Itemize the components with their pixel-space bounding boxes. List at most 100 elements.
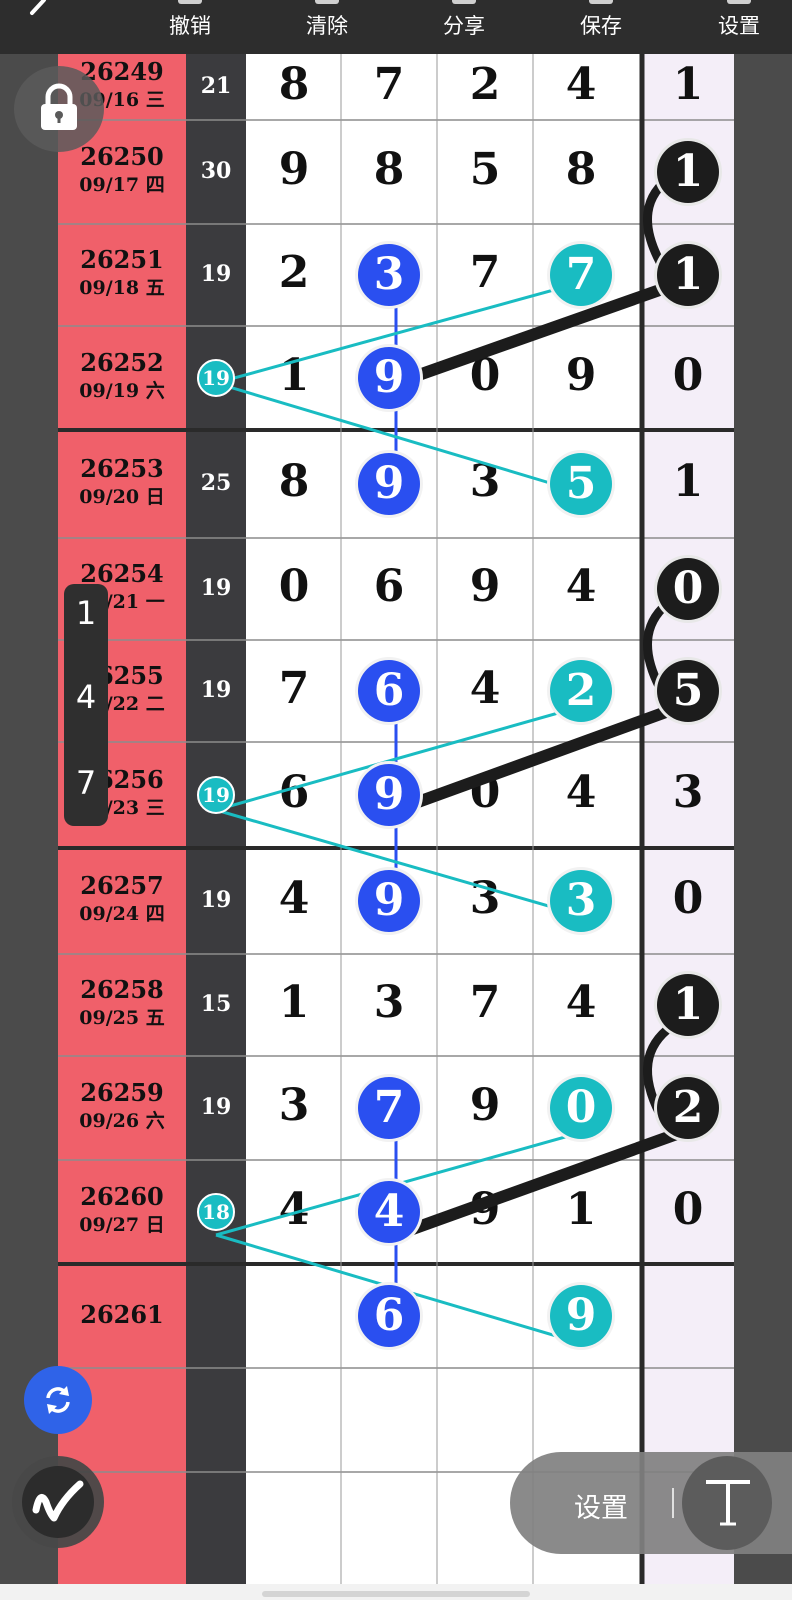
tail-cell[interactable]: 3 (642, 767, 734, 818)
settings-pill[interactable]: 设置 (510, 1452, 792, 1554)
pill-divider (672, 1488, 674, 1518)
digit-cell[interactable]: 8 (533, 144, 629, 195)
digit-cell[interactable]: 5 (437, 144, 533, 195)
undo-button[interactable]: 撤销 (150, 0, 230, 40)
blue-marker-ball[interactable]: 9 (358, 347, 420, 409)
side-option-7[interactable]: 7 (64, 764, 108, 802)
digit-cell[interactable]: 9 (533, 350, 629, 401)
tail-cell[interactable]: 0 (642, 1184, 734, 1235)
digit-cell[interactable]: 4 (533, 59, 629, 110)
digit-cell[interactable]: 9 (437, 1080, 533, 1131)
cyan-marker-ball[interactable]: 7 (550, 244, 612, 306)
text-tool-button[interactable] (682, 1456, 772, 1550)
digit-cell[interactable]: 7 (437, 977, 533, 1028)
issue-number: 26257 (80, 871, 164, 900)
sum-value: 19 (200, 261, 232, 287)
tail-cell[interactable]: 1 (642, 59, 734, 110)
cyan-marker-ball[interactable]: 9 (550, 1285, 612, 1347)
sum-value: 15 (200, 991, 232, 1017)
issue-label: 26258 09/25 五 (58, 975, 186, 1031)
digit-cell[interactable]: 4 (246, 873, 342, 924)
digit-cell[interactable]: 0 (246, 561, 342, 612)
save-button[interactable]: 保存 (561, 0, 641, 40)
share-button[interactable]: 分享 (424, 0, 504, 40)
tail-cell[interactable]: 1 (642, 456, 734, 507)
digit-cell[interactable]: 9 (246, 144, 342, 195)
digit-cell[interactable]: 1 (246, 977, 342, 1028)
pen-button[interactable] (12, 1456, 104, 1548)
digit-cell[interactable]: 1 (533, 1184, 629, 1235)
digit-cell[interactable]: 2 (437, 59, 533, 110)
clear-button[interactable]: 清除 (287, 0, 367, 40)
gear-icon (727, 0, 751, 4)
issue-date: 09/20 日 (79, 486, 165, 508)
digit-cell[interactable]: 0 (437, 350, 533, 401)
digit-cell[interactable]: 7 (341, 59, 437, 110)
black-marker-ball[interactable]: 1 (657, 974, 719, 1036)
blue-marker-ball[interactable]: 9 (358, 453, 420, 515)
left-margin (0, 54, 58, 1584)
cyan-marker-ball[interactable]: 3 (550, 870, 612, 932)
digit-cell[interactable]: 9 (437, 1184, 533, 1235)
black-marker-ball[interactable]: 0 (657, 558, 719, 620)
issue-label: 26261 (58, 1300, 186, 1330)
sum-ball[interactable]: 19 (197, 359, 235, 397)
black-marker-ball[interactable]: 5 (657, 660, 719, 722)
digit-cell[interactable]: 7 (246, 663, 342, 714)
lock-button[interactable] (14, 66, 104, 152)
blue-marker-ball[interactable]: 4 (358, 1181, 420, 1243)
digit-cell[interactable]: 8 (246, 59, 342, 110)
digit-cell[interactable]: 1 (246, 350, 342, 401)
digit-cell[interactable]: 4 (533, 561, 629, 612)
issue-number: 26258 (80, 975, 164, 1004)
sum-value: 19 (200, 677, 232, 703)
digit-cell[interactable]: 3 (246, 1080, 342, 1131)
sum-value: 25 (200, 470, 232, 496)
blue-marker-ball[interactable]: 7 (358, 1077, 420, 1139)
digit-cell[interactable]: 7 (437, 247, 533, 298)
side-option-4[interactable]: 4 (64, 678, 108, 716)
share-icon (452, 0, 476, 4)
refresh-button[interactable] (24, 1366, 92, 1434)
black-marker-ball[interactable]: 1 (657, 244, 719, 306)
chevron-left-icon[interactable] (22, 0, 52, 26)
digit-cell[interactable]: 6 (246, 767, 342, 818)
blue-marker-ball[interactable]: 6 (358, 1285, 420, 1347)
digit-cell[interactable]: 3 (437, 873, 533, 924)
blue-marker-ball[interactable]: 9 (358, 764, 420, 826)
digit-cell[interactable]: 8 (246, 456, 342, 507)
issue-number: 26253 (80, 454, 164, 483)
home-indicator[interactable] (262, 1591, 530, 1597)
digit-cell[interactable]: 2 (246, 247, 342, 298)
digit-cell[interactable]: 9 (437, 561, 533, 612)
cyan-marker-ball[interactable]: 5 (550, 453, 612, 515)
digit-cell[interactable]: 3 (341, 977, 437, 1028)
digit-cell[interactable]: 4 (533, 767, 629, 818)
digit-cell[interactable]: 0 (437, 767, 533, 818)
tail-cell[interactable]: 0 (642, 350, 734, 401)
side-option-1[interactable]: 1 (64, 594, 108, 632)
settings-button[interactable]: 设置 (699, 0, 779, 40)
black-marker-ball[interactable]: 1 (657, 141, 719, 203)
issue-label: 26252 09/19 六 (58, 348, 186, 404)
digit-cell[interactable]: 6 (341, 561, 437, 612)
blue-marker-ball[interactable]: 3 (358, 244, 420, 306)
digit-cell[interactable]: 8 (341, 144, 437, 195)
blue-marker-ball[interactable]: 9 (358, 870, 420, 932)
sum-ball[interactable]: 18 (197, 1193, 235, 1231)
sum-ball[interactable]: 19 (197, 776, 235, 814)
digit-cell[interactable]: 4 (437, 663, 533, 714)
sum-value: 19 (200, 887, 232, 913)
settings-pill-label[interactable]: 设置 (574, 1486, 628, 1525)
side-popup-menu: 1 4 7 (64, 584, 108, 826)
digit-cell[interactable]: 4 (246, 1184, 342, 1235)
cyan-marker-ball[interactable]: 2 (550, 660, 612, 722)
black-marker-ball[interactable]: 2 (657, 1077, 719, 1139)
cyan-marker-ball[interactable]: 0 (550, 1077, 612, 1139)
tail-cell[interactable]: 0 (642, 873, 734, 924)
sum-value: 19 (200, 575, 232, 601)
blue-marker-ball[interactable]: 6 (358, 660, 420, 722)
issue-date: 09/26 六 (79, 1110, 165, 1132)
digit-cell[interactable]: 4 (533, 977, 629, 1028)
digit-cell[interactable]: 3 (437, 456, 533, 507)
